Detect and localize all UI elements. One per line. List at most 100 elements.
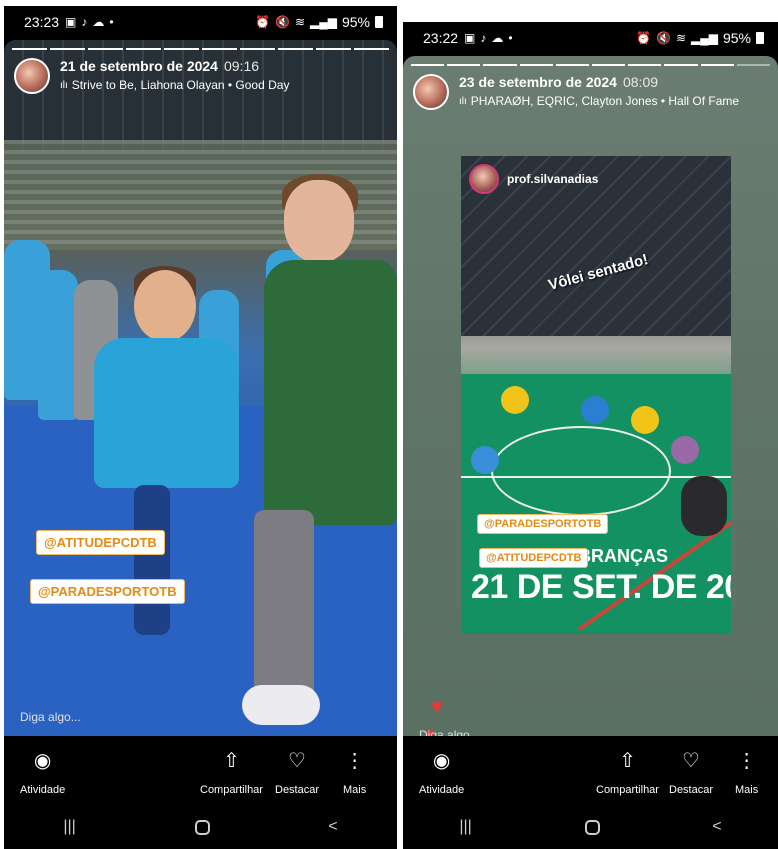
dot-icon: • [109,15,114,29]
cloud-icon: ☁ [92,15,105,29]
gym-roof [4,40,397,150]
memories-date: 21 DE SET. DE 2024 [471,568,731,606]
player [471,446,499,474]
tiktok-icon: ♪ [480,31,487,45]
status-bar: 23:23 ▣ ♪ ☁ • ⏰ 🔇 ≋ ▂▄▆ 95% [4,6,397,38]
left-phone-screen: 23:23 ▣ ♪ ☁ • ⏰ 🔇 ≋ ▂▄▆ 95% 21 de setemb… [4,6,397,849]
mute-icon: 🔇 [274,15,290,29]
share-label: Compartilhar [200,784,263,796]
avatar[interactable] [413,74,449,110]
music-icon: ılı [459,95,467,107]
system-nav-bar: ||| < [4,805,397,849]
highlight-label: Destacar [669,784,714,796]
gallery-icon: ▣ [464,31,476,45]
music-info[interactable]: PHARAØH, EQRIC, Clayton Jones • Hall Of … [471,94,739,108]
story-date: 21 de setembro de 2024 [60,58,218,74]
system-nav-bar: ||| < [403,805,778,849]
music-icon: ılı [60,79,68,91]
system-icons: ⏰ 🔇 ≋ ▂▄▆ 95% [255,14,383,30]
status-bar: 23:22 ▣ ♪ ☁ • ⏰ 🔇 ≋ ▂▄▆ 95% [403,22,778,54]
reply-input[interactable]: Diga algo... [20,710,81,724]
battery-icon [375,16,383,28]
activity-label: Atividade [20,784,66,796]
eye-icon: ◉ [33,750,52,772]
music-info[interactable]: Strive to Be, Liahona Olayan • Good Day [72,78,290,92]
activity-button[interactable]: ◉ Atividade [20,750,65,796]
battery-percent: 95% [341,14,370,30]
battery-icon [756,32,764,44]
more-button[interactable]: ⋮ Mais [343,750,366,796]
system-icons: ⏰ 🔇 ≋ ▂▄▆ 95% [636,30,764,46]
status-time: 23:23 [24,14,60,30]
shared-memory-story[interactable]: prof.silvanadias Vôlei sentado! @PARADES… [461,156,731,634]
more-label: Mais [343,784,367,796]
back-icon[interactable]: < [328,818,337,836]
court-arc [491,426,671,516]
home-icon[interactable] [194,819,210,835]
wifi-icon: ≋ [294,15,305,29]
story-progress [12,48,389,50]
back-icon[interactable]: < [712,818,721,836]
highlight-heart-icon: ♡ [682,750,700,772]
share-button[interactable]: ⇧ Compartilhar [200,750,263,796]
dot-icon: • [508,31,513,45]
player [671,436,699,464]
cloud-icon: ☁ [491,31,504,45]
highlight-heart-icon: ♡ [288,750,306,772]
eye-icon: ◉ [432,750,451,772]
mention-sticker[interactable]: @PARADESPORTOTB [30,579,185,604]
highlight-button[interactable]: ♡ Destacar [275,750,319,796]
wifi-icon: ≋ [675,31,686,45]
signal-icon: ▂▄▆ [310,15,337,29]
notification-icons: ▣ ♪ ☁ • [464,31,513,45]
story-header: 23 de setembro de 2024 08:09 ılı PHARAØH, … [413,74,739,110]
alarm-icon: ⏰ [255,15,270,29]
avatar[interactable] [14,58,50,94]
story-header: 21 de setembro de 2024 09:16 ılı Strive to… [14,58,289,94]
tiktok-icon: ♪ [81,15,88,29]
mention-sticker: @ATITUDEPCDTB [479,548,589,568]
player [631,406,659,434]
story-progress [411,64,771,66]
mention-sticker: @PARADESPORTOTB [477,514,609,534]
share-label: Compartilhar [596,784,659,796]
highlight-button[interactable]: ♡ Destacar [669,750,713,796]
inner-story-header: prof.silvanadias [469,164,598,194]
player [581,396,609,424]
reply-input[interactable]: Diga algo... [419,728,480,736]
share-icon: ⇧ [619,750,636,772]
right-phone-screen: 23:22 ▣ ♪ ☁ • ⏰ 🔇 ≋ ▂▄▆ 95% 23 de setemb… [403,22,778,849]
notification-icons: ▣ ♪ ☁ • [65,15,114,29]
heart-icon: ♥ [431,696,443,718]
recent-apps-icon[interactable]: ||| [63,818,75,836]
more-button[interactable]: ⋮ Mais [735,750,758,796]
battery-percent: 95% [722,30,751,46]
teen-photo-subject [242,174,397,736]
story-view[interactable]: 23 de setembro de 2024 08:09 ılı PHARAØH, … [403,56,778,736]
recent-apps-icon[interactable]: ||| [459,818,471,836]
mute-icon: 🔇 [655,31,671,45]
share-button[interactable]: ⇧ Compartilhar [596,750,659,796]
activity-label: Atividade [419,784,465,796]
more-vertical-icon: ⋮ [736,750,757,772]
status-time: 23:22 [423,30,459,46]
story-time: 09:16 [223,58,260,74]
mention-sticker[interactable]: @ATITUDEPCDTB [36,530,165,555]
inner-username: prof.silvanadias [507,172,599,186]
bystander [38,270,78,420]
story-time: 08:09 [622,74,659,90]
story-date: 23 de setembro de 2024 [459,74,617,90]
highlight-label: Destacar [275,784,320,796]
player [501,386,529,414]
home-icon[interactable] [584,819,600,835]
more-vertical-icon: ⋮ [344,750,365,772]
share-icon: ⇧ [223,750,240,772]
gallery-icon: ▣ [65,15,77,29]
signal-icon: ▂▄▆ [691,31,718,45]
more-label: Mais [735,784,759,796]
player [681,476,727,536]
activity-button[interactable]: ◉ Atividade [419,750,464,796]
story-view[interactable]: 21 de setembro de 2024 09:16 ılı Strive to… [4,40,397,736]
avatar [469,164,499,194]
alarm-icon: ⏰ [636,31,651,45]
